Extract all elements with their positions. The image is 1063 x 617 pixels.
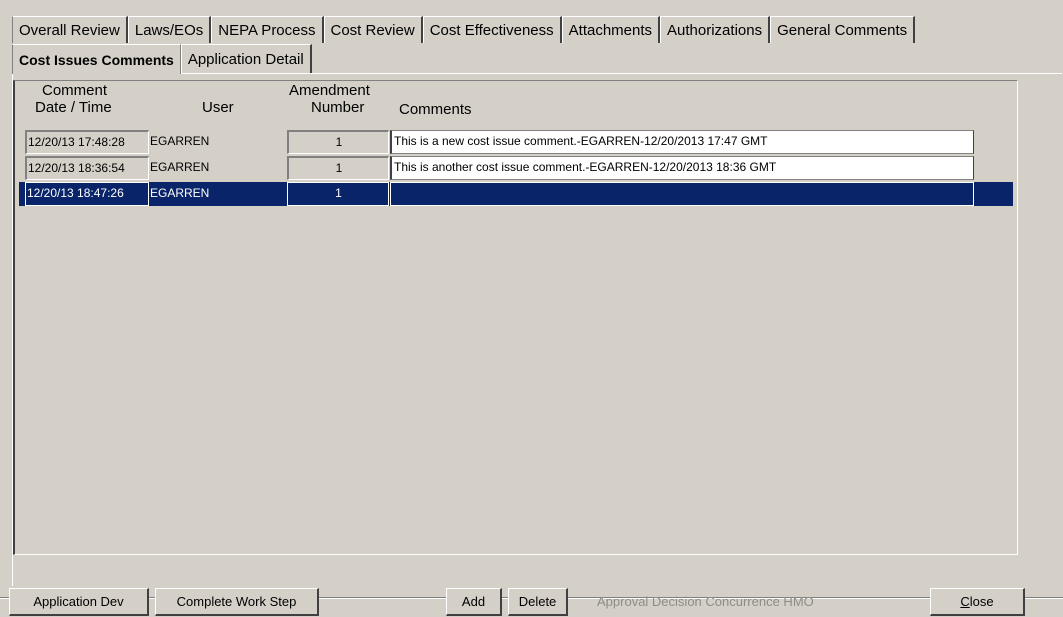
tab-attachments[interactable]: Attachments [561,16,661,43]
add-button[interactable]: Add [446,588,502,616]
header-comments: Comments [399,101,472,118]
tab-nepa-process[interactable]: NEPA Process [211,16,324,43]
delete-button[interactable]: Delete [508,588,568,616]
tab-cost-effectiveness[interactable]: Cost Effectiveness [422,16,562,43]
complete-work-step-button[interactable]: Complete Work Step [155,588,319,616]
tab-overall-review[interactable]: Overall Review [12,16,128,43]
tab-authorizations[interactable]: Authorizations [660,16,771,43]
close-button-mnemonic: C [960,594,970,609]
cell-user[interactable]: EGARREN [149,182,287,206]
cell-comment[interactable] [390,182,974,206]
tab-cost-issues-comments[interactable]: Cost Issues Comments [12,44,181,74]
close-button-label: lose [969,594,994,609]
cell-date[interactable]: 12/20/13 18:36:54 [25,156,149,180]
tab-strip-row1: Overall Review Laws/EOs NEPA Process Cos… [12,16,916,43]
tab-application-detail[interactable]: Application Detail [180,44,312,73]
tab-laws-eos[interactable]: Laws/EOs [127,16,212,43]
close-button[interactable]: Close [930,588,1025,616]
cell-date[interactable]: 12/20/13 17:48:28 [25,130,149,154]
cell-comment[interactable]: This is a new cost issue comment.-EGARRE… [390,130,974,154]
cell-comment[interactable]: This is another cost issue comment.-EGAR… [390,156,974,180]
cell-amendment[interactable]: 1 [287,182,389,206]
tab-general-comments[interactable]: General Comments [770,16,916,43]
application-dev-button[interactable]: Application Dev [9,588,149,616]
cell-date[interactable]: 12/20/13 18:47:26 [25,182,149,206]
tab-cost-review[interactable]: Cost Review [323,16,423,43]
cell-amendment[interactable]: 1 [287,130,389,154]
status-label: Approval Decision Concurrence HMO [597,594,814,609]
tab-strip-row2: Cost Issues Comments Application Detail [12,44,312,74]
header-comment-date-line2: Date / Time [35,99,112,116]
cell-user[interactable]: EGARREN [149,130,287,154]
cell-amendment[interactable]: 1 [287,156,389,180]
comments-panel: Comment Date / Time User Amendment Numbe… [12,74,1062,586]
cell-user[interactable]: EGARREN [149,156,287,180]
header-user: User [202,99,234,116]
comments-grid: Comment Date / Time User Amendment Numbe… [13,80,1018,555]
cost-issues-window: Overall Review Laws/EOs NEPA Process Cos… [0,0,1063,617]
header-amendment-line2: Number [311,99,365,116]
